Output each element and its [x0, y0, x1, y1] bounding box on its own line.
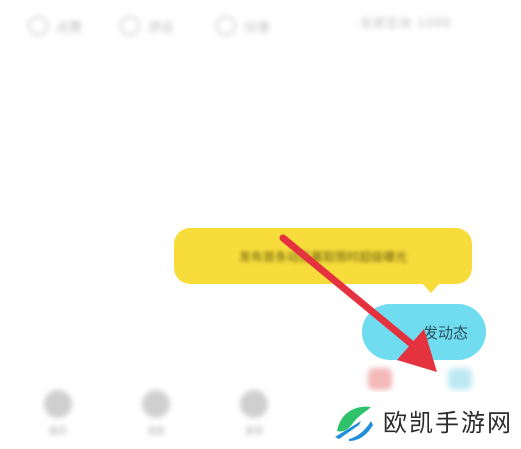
annotation-arrow: [279, 234, 437, 372]
leaf-logo-icon: [335, 406, 373, 441]
arrow-shaft: [279, 234, 418, 350]
watermark-text: 欧凯手游网: [383, 409, 513, 437]
watermark: 欧凯手游网: [321, 392, 521, 449]
